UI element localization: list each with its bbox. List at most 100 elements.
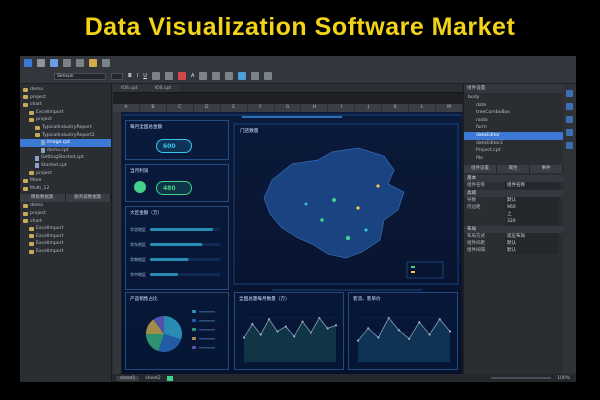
component-item[interactable]: file [464, 155, 563, 163]
file-icon [41, 148, 45, 154]
total-value: 600 [163, 143, 176, 150]
font-color-button[interactable]: A [191, 73, 194, 79]
tab-server-dataset[interactable]: 服务器数据集 [65, 194, 111, 203]
tab-template-dataset[interactable]: 模板数据集 [20, 194, 66, 203]
column-header-cell[interactable]: E [221, 104, 248, 112]
tree-item[interactable]: demo.cpt [20, 147, 111, 155]
strip-icon-2[interactable] [566, 103, 573, 110]
component-item[interactable]: treeComboBox [464, 109, 563, 117]
tab-properties[interactable]: 属性 [497, 165, 530, 174]
dashboard-canvas[interactable]: 每月全国总金额 600 当月利润 480 大区金额（万） 华北地区 华东地区 华南地… [122, 112, 462, 374]
component-item[interactable]: date [464, 102, 563, 110]
align-center-icon[interactable] [164, 72, 173, 80]
zoom-slider[interactable] [491, 377, 552, 379]
tree-item[interactable]: ExcelImport [20, 248, 111, 256]
sum-icon[interactable] [264, 72, 273, 80]
property-value[interactable]: 默认 [505, 197, 559, 205]
redo-icon[interactable] [76, 59, 84, 67]
column-header-cell[interactable]: J [355, 104, 383, 112]
column-header-cell[interactable]: G [275, 104, 302, 112]
property-value[interactable]: 上 [505, 211, 559, 219]
align-left-icon[interactable] [151, 72, 160, 80]
tab-file-2[interactable]: IOS.cpt [146, 84, 180, 92]
tree-item[interactable]: ExcelImport [20, 109, 111, 117]
tree-item-label: More [30, 178, 42, 184]
font-color-icon[interactable] [177, 72, 186, 80]
tree-item[interactable]: ExcelImport [20, 233, 111, 241]
column-header-cell[interactable]: M [436, 104, 463, 112]
column-header-cell[interactable]: B [140, 104, 167, 112]
component-item[interactable]: dateEditor [464, 131, 563, 140]
bold-button[interactable]: B [128, 73, 132, 79]
undo-icon[interactable] [63, 59, 71, 67]
property-value[interactable]: 默认 [505, 240, 559, 248]
new-file-icon[interactable] [37, 59, 45, 67]
line1-title: 全国总量每月数量（万） [239, 297, 290, 302]
tab-events[interactable]: 事件 [530, 165, 563, 174]
tree-item[interactable]: TypicalIndustryReport2 [20, 132, 111, 140]
column-header-cell[interactable]: F [248, 104, 275, 112]
tree-item[interactable]: Multi_12 [20, 185, 111, 193]
tree-item[interactable]: project [20, 170, 111, 178]
column-header-cell[interactable]: L [409, 104, 437, 112]
tree-item[interactable]: project [20, 94, 111, 102]
tree-item[interactable]: ExcelImport [20, 240, 111, 248]
merge-icon[interactable] [212, 72, 221, 80]
section-basic[interactable]: 基本 [464, 175, 563, 183]
preview-icon[interactable] [89, 59, 97, 67]
tree-item[interactable]: GettingStarted.cpt [20, 154, 111, 162]
tree-item[interactable]: demo [20, 202, 111, 210]
property-value[interactable]: 组件名称 [505, 182, 559, 190]
tree-item[interactable]: TypicalIndustryReport [20, 124, 111, 132]
tree-item[interactable]: demo [20, 86, 111, 94]
tab-file-1[interactable]: IOS.cpt [113, 84, 146, 92]
component-item[interactable]: dateEditor2 [464, 140, 563, 148]
format-icon[interactable] [225, 72, 234, 80]
font-size-select[interactable] [111, 72, 123, 80]
section-layout[interactable]: 布局 [464, 226, 563, 234]
property-value[interactable]: 320 [505, 218, 559, 226]
column-header-cell[interactable]: H [301, 104, 329, 112]
underline-button[interactable]: U [143, 73, 147, 79]
tree-item[interactable]: ExcelImport [20, 225, 111, 233]
panel-monthly-total-title: 每月全国总金额 [130, 125, 163, 130]
component-item[interactable]: Project.cpt [464, 147, 563, 155]
sheet-tab-1[interactable]: sheet1 [116, 375, 140, 381]
tree-item-label: chart [30, 218, 42, 224]
component-item[interactable]: body [464, 94, 563, 102]
tree-item[interactable]: project [20, 116, 111, 124]
image-icon[interactable] [238, 72, 247, 80]
column-header-cell[interactable]: C [167, 104, 194, 112]
property-value[interactable]: 适应布局 [505, 233, 559, 241]
chart-icon[interactable] [251, 72, 260, 80]
strip-icon-5[interactable] [566, 142, 573, 149]
tree-item[interactable]: More [20, 177, 111, 185]
formula-bar[interactable] [113, 93, 463, 104]
component-item[interactable]: radio [464, 117, 563, 125]
tree-item[interactable]: chart [20, 218, 111, 226]
sheet-tab-2[interactable]: sheet2 [145, 376, 160, 381]
strip-icon-4[interactable] [566, 129, 573, 136]
column-header-cell[interactable]: I [328, 104, 356, 112]
italic-button[interactable]: I [137, 73, 138, 79]
tree-item[interactable]: Started.cpt [20, 162, 111, 170]
border-icon[interactable] [199, 72, 208, 80]
tree-item[interactable]: project [20, 210, 111, 218]
property-value[interactable]: 默认 [505, 247, 559, 255]
column-header-cell[interactable]: A [113, 104, 140, 112]
strip-icon-3[interactable] [566, 116, 573, 123]
component-item[interactable]: form [464, 124, 563, 132]
save-icon[interactable] [50, 59, 58, 67]
tree-item[interactable]: chart [20, 101, 111, 109]
column-header-cell[interactable]: D [194, 104, 221, 112]
style-select[interactable]: Simsun [54, 72, 106, 80]
column-header-cell[interactable]: K [382, 104, 410, 112]
tab-component-settings[interactable]: 组件设置 [464, 165, 497, 174]
strip-icon-1[interactable] [566, 90, 573, 97]
settings-icon[interactable] [102, 59, 110, 67]
property-label: 内边距 [467, 205, 481, 211]
add-sheet-icon[interactable] [166, 375, 173, 381]
section-advanced[interactable]: 高级 [464, 190, 563, 198]
property-value[interactable]: 960 [505, 204, 559, 212]
tree-item[interactable]: image.cpt [20, 139, 111, 147]
